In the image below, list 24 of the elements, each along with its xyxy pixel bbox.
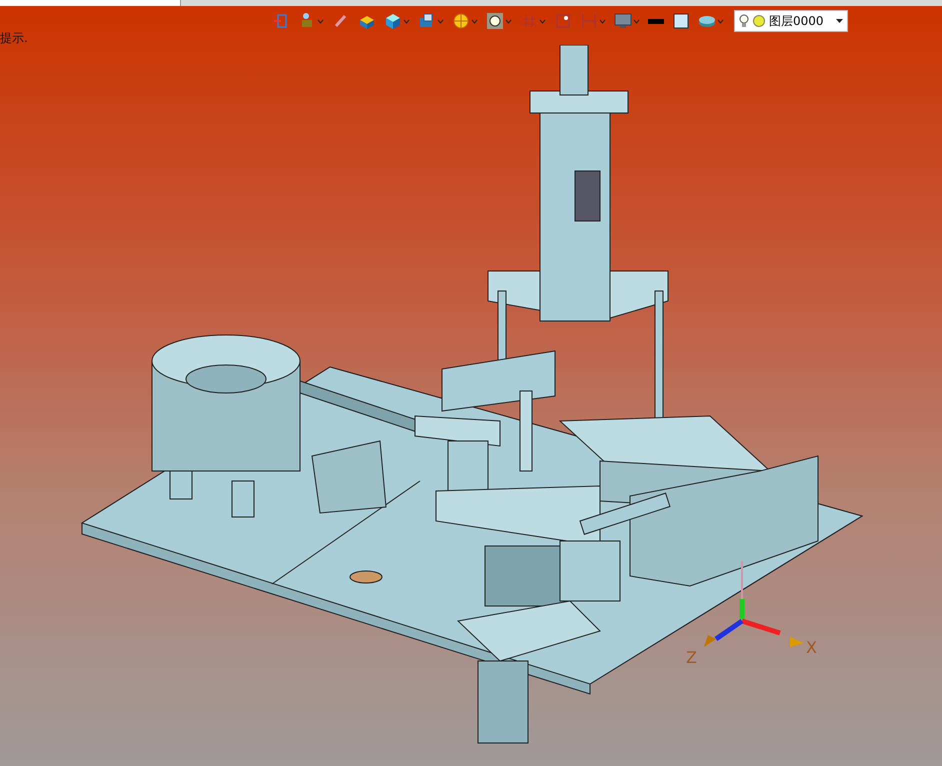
- hint-text: 提示.: [0, 31, 28, 45]
- exit-icon: [272, 12, 290, 30]
- caret-icon: [403, 18, 410, 24]
- monitor-icon: [614, 12, 632, 30]
- axis-label: X: [806, 638, 817, 657]
- caret-icon: [717, 18, 724, 24]
- caret-icon: [437, 18, 444, 24]
- lightbulb-icon: [739, 14, 749, 28]
- axis-label: Z: [686, 648, 697, 667]
- grid-icon: [520, 12, 538, 30]
- caret-icon: [539, 18, 546, 24]
- caret-icon: [471, 18, 478, 24]
- caret-icon: [317, 18, 324, 24]
- caret-icon: [633, 18, 640, 24]
- circle-icon: [753, 15, 765, 27]
- zoom-icon: [486, 12, 504, 30]
- ruler-icon: [580, 12, 598, 30]
- layer-select[interactable]: 图层0000: [734, 10, 848, 32]
- cube-icon: [384, 12, 402, 30]
- zoom-tool[interactable]: [484, 10, 514, 32]
- square-icon: [672, 12, 690, 30]
- caret-icon: [836, 19, 843, 23]
- caret-icon: [599, 18, 606, 24]
- caret-icon: [505, 18, 512, 24]
